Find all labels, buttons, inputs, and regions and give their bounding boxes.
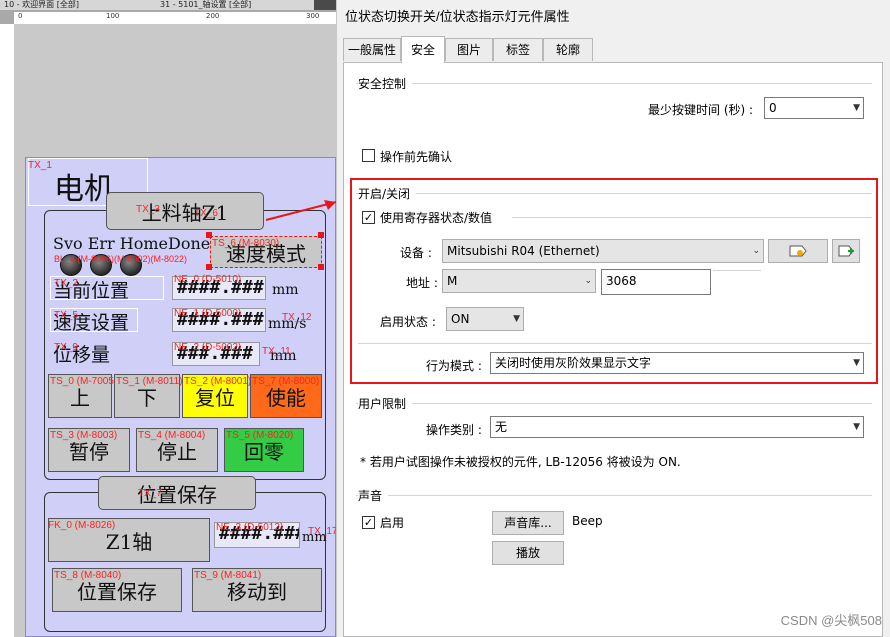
sound-group-title: 声音 — [358, 487, 389, 504]
document-tab-bar: 10 - 欢迎界面 [全部] 31 - 5101_轴设置 [全部] — [0, 0, 336, 10]
tag-label: FK_0 (M-8026) — [48, 520, 116, 531]
ruler-number: 100 — [106, 12, 120, 20]
tag-label: TS_1 (M-8011) — [116, 376, 183, 387]
tag-label: TX_17 — [308, 526, 336, 537]
dropdown-arrow-icon: ▼ — [853, 422, 860, 432]
tag-label: TX_11 — [262, 346, 291, 357]
watermark: CSDN @尖枫508 — [780, 613, 882, 628]
tab-picture[interactable]: 图片 — [445, 38, 493, 61]
selection-handle[interactable] — [318, 232, 324, 238]
dropdown-arrow-icon: ▼ — [853, 103, 860, 113]
group-divider — [356, 495, 872, 496]
confirm-before-operation-checkbox[interactable] — [362, 149, 375, 162]
tag-label: BL_4 (M-8006)(M-8002)(M-8022) — [54, 254, 188, 264]
selection-handle[interactable] — [206, 264, 212, 270]
min-press-time-label: 最少按键时间 (秒) : — [648, 103, 754, 117]
tab-outline[interactable]: 轮廓 — [543, 38, 593, 61]
tag-label: TX_12 — [282, 312, 312, 323]
tag-label: NE_1 (D-5000) — [174, 308, 242, 319]
ruler-number: 0 — [18, 12, 23, 20]
tag-label: TS_0 (M-7005) — [50, 376, 118, 387]
min-press-time-select[interactable]: 0 ▼ — [764, 97, 864, 119]
operation-category-label: 操作类别 : — [426, 423, 482, 437]
tag-label: NE_2 (D-5002) — [174, 342, 242, 353]
tag-label: TS_2 (M-8001) — [184, 376, 252, 387]
tag-label: TX_1 — [28, 160, 52, 171]
authorization-note: * 若用户试图操作未被授权的元件, LB-12056 将被设为 ON. — [360, 455, 681, 469]
sound-name: Beep — [572, 514, 603, 528]
motor-title[interactable]: 电机 — [54, 164, 114, 208]
tag-label: TS_7 (M-8000) — [252, 376, 320, 387]
min-press-time-value: 0 — [769, 101, 777, 115]
hmi-screen[interactable]: TX_1 电机 上料轴Z1 TX_3 TX_6 Svo Err HomeDone… — [25, 157, 336, 637]
tag-label: TX_9 — [54, 342, 78, 353]
ruler-number: 300 — [306, 12, 320, 20]
group-divider — [356, 83, 872, 84]
axis-name-button[interactable]: 上料轴Z1 — [106, 192, 264, 230]
play-sound-button[interactable]: 播放 — [492, 541, 564, 565]
tag-label: TS_5 (M-8020) — [226, 430, 294, 441]
status-labels: Svo Err HomeDone — [53, 234, 211, 253]
selection-handle[interactable] — [318, 264, 324, 270]
tag-label: TX_3 — [136, 204, 160, 215]
tag-label: TS_3 (M-8003) — [50, 430, 118, 441]
selection-handle[interactable] — [206, 232, 212, 238]
position-save-title: 位置保存 — [98, 476, 256, 510]
tag-label: NE_3 (D-5012) — [216, 522, 284, 533]
callout-arrow-icon — [265, 200, 336, 221]
tag-label: TX_6 — [194, 208, 218, 219]
user-group-title: 用户限制 — [358, 395, 413, 412]
tag-label: TX_5 — [54, 310, 78, 321]
tag-label: NE_0 (D-5010) — [174, 274, 242, 285]
operation-category-select[interactable]: 无 ▼ — [490, 416, 864, 438]
tag-label: TS_9 (M-8041) — [194, 570, 262, 581]
onoff-highlight-box — [350, 178, 878, 384]
tag-label: TS_4 (M-8004) — [138, 430, 206, 441]
tab-label[interactable]: 标签 — [493, 38, 543, 61]
confirm-before-operation-label: 操作前先确认 — [380, 150, 453, 164]
tag-label: TS_6 (M-8030) — [212, 238, 280, 249]
group-divider — [356, 403, 872, 404]
tag-label: TS_8 (M-8040) — [54, 570, 122, 581]
doc-tab-welcome[interactable]: 10 - 欢迎界面 [全部] — [0, 0, 160, 10]
operation-category-value: 无 — [495, 420, 508, 434]
ruler-number: 200 — [206, 12, 220, 20]
vertical-ruler — [0, 24, 15, 637]
hmi-editor-pane: 10 - 欢迎界面 [全部] 31 - 5101_轴设置 [全部] 0 100 … — [0, 0, 336, 637]
doc-tab-axis-settings[interactable]: 31 - 5101_轴设置 [全部] — [156, 0, 314, 10]
dialog-title: 位状态切换开关/位状态指示灯元件属性 — [345, 9, 570, 24]
tag-label: TX_7 — [138, 488, 162, 499]
sound-library-button[interactable]: 声音库... — [492, 511, 564, 535]
tab-general[interactable]: 一般属性 — [343, 38, 401, 61]
sound-enable-label: 启用 — [380, 516, 405, 530]
sound-enable-checkbox[interactable]: ✓ — [362, 516, 375, 529]
unit-label: mm — [272, 282, 299, 298]
tag-label: TX_2 — [54, 278, 78, 289]
safety-group-title: 安全控制 — [358, 75, 413, 92]
tab-security[interactable]: 安全 — [401, 36, 445, 63]
